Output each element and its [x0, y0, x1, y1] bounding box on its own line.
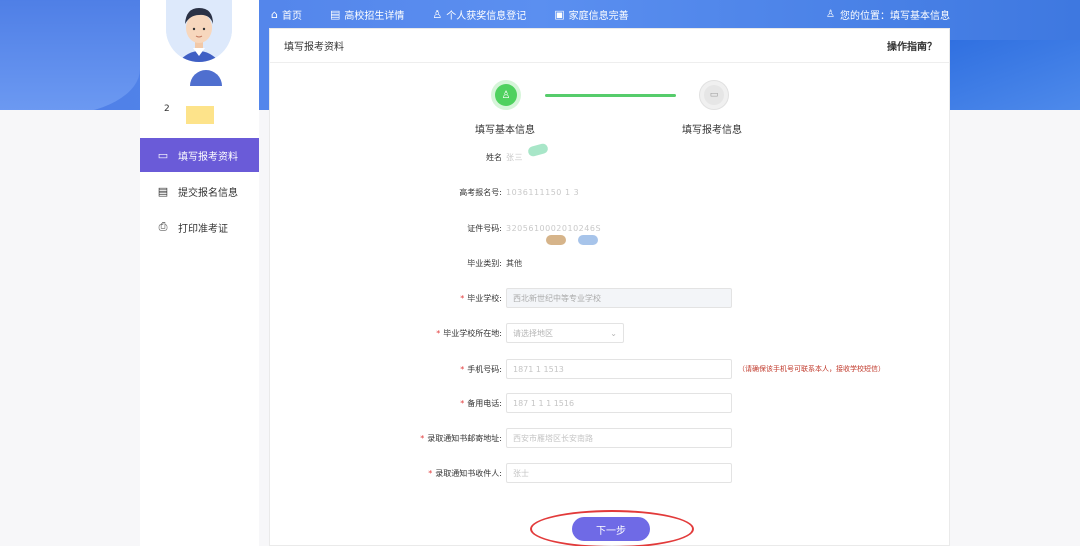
- sidebar-badge: [186, 106, 214, 124]
- sidebar-item-label: 提交报名信息: [178, 187, 238, 199]
- user-icon: ♙: [432, 7, 443, 21]
- family-icon: ▣: [554, 7, 565, 21]
- step-2-circle: ▭: [699, 80, 729, 110]
- avatar: [166, 0, 232, 62]
- breadcrumb: ♙ 您的位置：填写基本信息: [826, 0, 950, 28]
- name-value: 张三: [506, 152, 523, 162]
- home-icon: ⌂: [271, 7, 278, 21]
- breadcrumb-text: 您的位置：填写基本信息: [840, 10, 950, 22]
- step-progress-line: [545, 94, 676, 97]
- sidebar-number: 2: [164, 104, 170, 114]
- id-value: 3205610002010246S: [506, 223, 602, 233]
- backup-phone-field[interactable]: 187 1 1 1 1516: [506, 393, 732, 413]
- sidebar: 2 ▭ 填写报考资料 ▤ 提交报名信息 ⎙ 打印准考证: [140, 0, 259, 546]
- sidebar-item-print-ticket[interactable]: ⎙ 打印准考证: [140, 210, 259, 244]
- id-card-icon: ▭: [157, 148, 169, 162]
- phone-label: 手机号码:: [467, 364, 502, 374]
- row-receiver: * 录取通知书收件人: 张士: [270, 462, 951, 484]
- sidebar-item-label: 填写报考资料: [178, 151, 238, 163]
- school-label: 毕业学校:: [467, 293, 502, 303]
- sidebar-item-label: 打印准考证: [178, 223, 228, 235]
- nav-family-label: 家庭信息完善: [568, 10, 629, 22]
- step-2-label: 填写报考信息: [682, 125, 742, 136]
- nav-family[interactable]: ▣ 家庭信息完善: [554, 7, 628, 22]
- nav-awards-label: 个人获奖信息登记: [446, 10, 527, 22]
- nav-admission-details[interactable]: ▤ 高校招生详情: [330, 7, 404, 22]
- row-backup-phone: * 备用电话: 187 1 1 1 1516: [270, 392, 951, 414]
- user-icon: ♙: [495, 84, 517, 106]
- form-icon: ▤: [157, 184, 169, 198]
- grad-type-label: 毕业类别:: [467, 258, 502, 268]
- nav-home-label: 首页: [281, 10, 302, 22]
- name-label: 姓名: [486, 152, 502, 162]
- row-school: * 毕业学校: 西北新世纪中等专业学校: [270, 287, 951, 309]
- school-field: 西北新世纪中等专业学校: [506, 288, 732, 308]
- help-link[interactable]: 操作指南？: [887, 38, 937, 53]
- card-header: 填写报考资料 操作指南？: [270, 29, 949, 63]
- step-1-circle: ♙: [491, 80, 521, 110]
- row-grad-type: 毕业类别: 其他: [270, 252, 951, 274]
- school-area-placeholder: 请选择地区: [513, 328, 553, 338]
- id-label: 证件号码:: [467, 223, 502, 233]
- nav-home[interactable]: ⌂ 首页: [271, 7, 302, 22]
- location-icon: ♙: [826, 8, 835, 20]
- row-address: * 录取通知书邮寄地址: 西安市雁塔区长安南路: [270, 427, 951, 449]
- grad-type-value: 其他: [506, 258, 522, 268]
- exam-no-label: 高考报名号:: [459, 187, 502, 197]
- sidebar-item-submit-info[interactable]: ▤ 提交报名信息: [140, 174, 259, 208]
- exam-no-value: 1036111150 1 3: [506, 187, 580, 197]
- printer-icon: ⎙: [158, 220, 168, 233]
- nav-admission-details-label: 高校招生详情: [344, 10, 405, 22]
- page-title: 填写报考资料: [284, 42, 344, 53]
- phone-field[interactable]: 1871 1 1513: [506, 359, 732, 379]
- row-phone: * 手机号码: 1871 1 1513 （请确保该手机号可联系本人，接收学校短信）: [270, 358, 951, 380]
- address-label: 录取通知书邮寄地址:: [427, 433, 502, 443]
- row-name: 姓名 张三: [270, 146, 951, 168]
- header-wave-left: [0, 0, 140, 115]
- avatar-secondary: [190, 70, 222, 86]
- row-id-number: 证件号码: 3205610002010246S: [270, 217, 951, 239]
- sidebar-menu: ▭ 填写报考资料 ▤ 提交报名信息 ⎙ 打印准考证: [140, 138, 259, 246]
- document-icon: ▤: [329, 7, 341, 21]
- phone-hint: （请确保该手机号可联系本人，接收学校短信）: [738, 365, 885, 373]
- backup-phone-label: 备用电话:: [467, 398, 502, 408]
- row-exam-no: 高考报名号: 1036111150 1 3: [270, 181, 951, 203]
- school-area-select[interactable]: 请选择地区 ⌄: [506, 323, 624, 343]
- chevron-down-icon: ⌄: [610, 328, 617, 338]
- sidebar-item-fill-info[interactable]: ▭ 填写报考资料: [140, 138, 259, 172]
- main-card: 填写报考资料 操作指南？ ♙ ▭ 填写基本信息 填写报考信息 姓名 张三 高考报…: [269, 28, 950, 546]
- receiver-label: 录取通知书收件人:: [435, 468, 502, 478]
- step-1-label: 填写基本信息: [475, 125, 535, 136]
- receiver-field[interactable]: 张士: [506, 463, 732, 483]
- row-school-area: * 毕业学校所在地: 请选择地区 ⌄: [270, 322, 951, 344]
- redaction-mark: [546, 235, 566, 245]
- nav-awards[interactable]: ♙ 个人获奖信息登记: [432, 7, 526, 22]
- id-card-icon: ▭: [704, 85, 724, 105]
- redaction-mark: [578, 235, 598, 245]
- school-area-label: 毕业学校所在地:: [443, 328, 502, 338]
- address-field[interactable]: 西安市雁塔区长安南路: [506, 428, 732, 448]
- highlight-annotation: [530, 510, 694, 546]
